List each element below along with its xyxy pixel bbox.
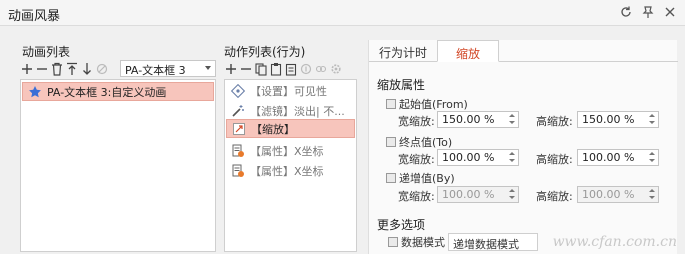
delete-icon[interactable] [50, 61, 63, 77]
list-item-label: 【属性】X坐标 [250, 144, 324, 158]
scale-properties-title: 缩放属性 [377, 78, 426, 92]
action-list-toolbar [224, 61, 342, 77]
wand-icon [230, 103, 246, 119]
animation-list-toolbar [20, 61, 108, 77]
animation-list: PA-文本框 3:自定义动画 [20, 79, 216, 252]
spinner-arrows-icon [509, 189, 515, 200]
by-height-input: 100.00 % [577, 186, 659, 203]
from-width-input[interactable]: 150.00 % [437, 111, 519, 128]
to-label: 终点值(To) [399, 136, 453, 149]
list-item-label: 【设置】可见性 [250, 84, 327, 98]
list-item-label: 【滤镜】淡出| 不... [250, 104, 345, 118]
to-width-label: 宽缩放: [398, 153, 435, 166]
to-height-value: 100.00 % [582, 151, 635, 164]
by-group-header[interactable]: 递增值(By) [386, 170, 455, 186]
disabled-circle-icon [95, 61, 108, 77]
from-group-header[interactable]: 起始值(From) [386, 96, 468, 112]
by-height-value: 100.00 % [582, 188, 635, 201]
close-icon[interactable] [663, 5, 677, 19]
from-width-value: 150.00 % [442, 113, 495, 126]
list-item[interactable]: 【滤镜】淡出| 不... [226, 101, 355, 120]
by-width-label: 宽缩放: [398, 190, 435, 203]
to-height-label: 高缩放: [536, 153, 573, 166]
copy-icon[interactable] [254, 61, 267, 77]
by-width-input: 100.00 % [437, 186, 519, 203]
animation-object-select-value: PA-文本框 3 [125, 64, 186, 77]
disabled-info-icon [299, 61, 312, 77]
watermark: www.cfan.com.cn [552, 234, 677, 250]
add-icon[interactable] [20, 61, 33, 77]
remove-icon[interactable] [239, 61, 252, 77]
list-item-label: PA-文本框 3:自定义动画 [47, 85, 167, 99]
list-item[interactable]: 【属性】X坐标 [226, 141, 355, 160]
tab-bar: 行为计时 缩放 [369, 40, 678, 62]
action-list: 【设置】可见性 【滤镜】淡出| 不... 【缩放】 【属性】X坐标 【属性】X坐… [224, 79, 357, 252]
spinner-arrows-icon[interactable] [649, 152, 655, 163]
list-item[interactable]: 【缩放】 [226, 119, 355, 138]
animation-object-select[interactable]: PA-文本框 3 [120, 60, 216, 77]
spinner-arrows-icon [649, 189, 655, 200]
scale-icon [231, 121, 247, 137]
spinner-arrows-icon[interactable] [649, 114, 655, 125]
action-list-label: 动作列表(行为) [224, 45, 306, 59]
spinner-arrows-icon[interactable] [509, 152, 515, 163]
clipboard-icon[interactable] [284, 61, 297, 77]
by-label: 递增值(By) [399, 172, 455, 185]
by-height-label: 高缩放: [536, 190, 573, 203]
by-width-value: 100.00 % [442, 188, 495, 201]
settings-icon [230, 83, 246, 99]
chevron-down-icon [205, 66, 211, 70]
to-checkbox[interactable] [386, 137, 396, 147]
property-icon [230, 163, 246, 179]
title-bar: 动画风暴 [0, 0, 685, 26]
data-mode-value: 递增数据模式 [453, 238, 519, 251]
from-width-label: 宽缩放: [398, 115, 435, 128]
animation-list-label: 动画列表 [22, 45, 71, 59]
tab-scale[interactable]: 缩放 [437, 40, 499, 62]
to-width-value: 100.00 % [442, 151, 495, 164]
tab-timing[interactable]: 行为计时 [373, 40, 433, 62]
list-item-label: 【属性】X坐标 [250, 164, 324, 178]
disabled-link-icon [314, 61, 327, 77]
spinner-arrows-icon[interactable] [509, 114, 515, 125]
to-width-input[interactable]: 100.00 % [437, 149, 519, 166]
list-item-label: 【缩放】 [251, 122, 295, 136]
from-height-label: 高缩放: [536, 115, 573, 128]
list-item[interactable]: PA-文本框 3:自定义动画 [22, 82, 214, 101]
property-icon [230, 143, 246, 159]
to-height-input[interactable]: 100.00 % [577, 149, 659, 166]
from-label: 起始值(From) [399, 98, 468, 111]
add-icon[interactable] [224, 61, 237, 77]
from-height-value: 150.00 % [582, 113, 635, 126]
paste-icon[interactable] [269, 61, 282, 77]
window-title: 动画风暴 [8, 9, 61, 24]
data-mode-select[interactable]: 递增数据模式 [448, 233, 538, 251]
move-top-icon[interactable] [65, 61, 78, 77]
data-mode-row: 数据模式 [388, 234, 445, 250]
star-icon [27, 84, 43, 100]
by-checkbox[interactable] [386, 173, 396, 183]
from-checkbox[interactable] [386, 99, 396, 109]
list-item[interactable]: 【设置】可见性 [226, 81, 355, 100]
move-down-icon[interactable] [80, 61, 93, 77]
data-mode-checkbox[interactable] [388, 237, 398, 247]
more-options-title: 更多选项 [377, 218, 426, 232]
remove-icon[interactable] [35, 61, 48, 77]
from-height-input[interactable]: 150.00 % [577, 111, 659, 128]
data-mode-label: 数据模式 [401, 236, 445, 249]
disabled-gear-icon [329, 61, 342, 77]
refresh-icon[interactable] [619, 5, 633, 19]
to-group-header[interactable]: 终点值(To) [386, 134, 452, 150]
pin-icon[interactable] [641, 5, 655, 19]
list-item[interactable]: 【属性】X坐标 [226, 161, 355, 180]
